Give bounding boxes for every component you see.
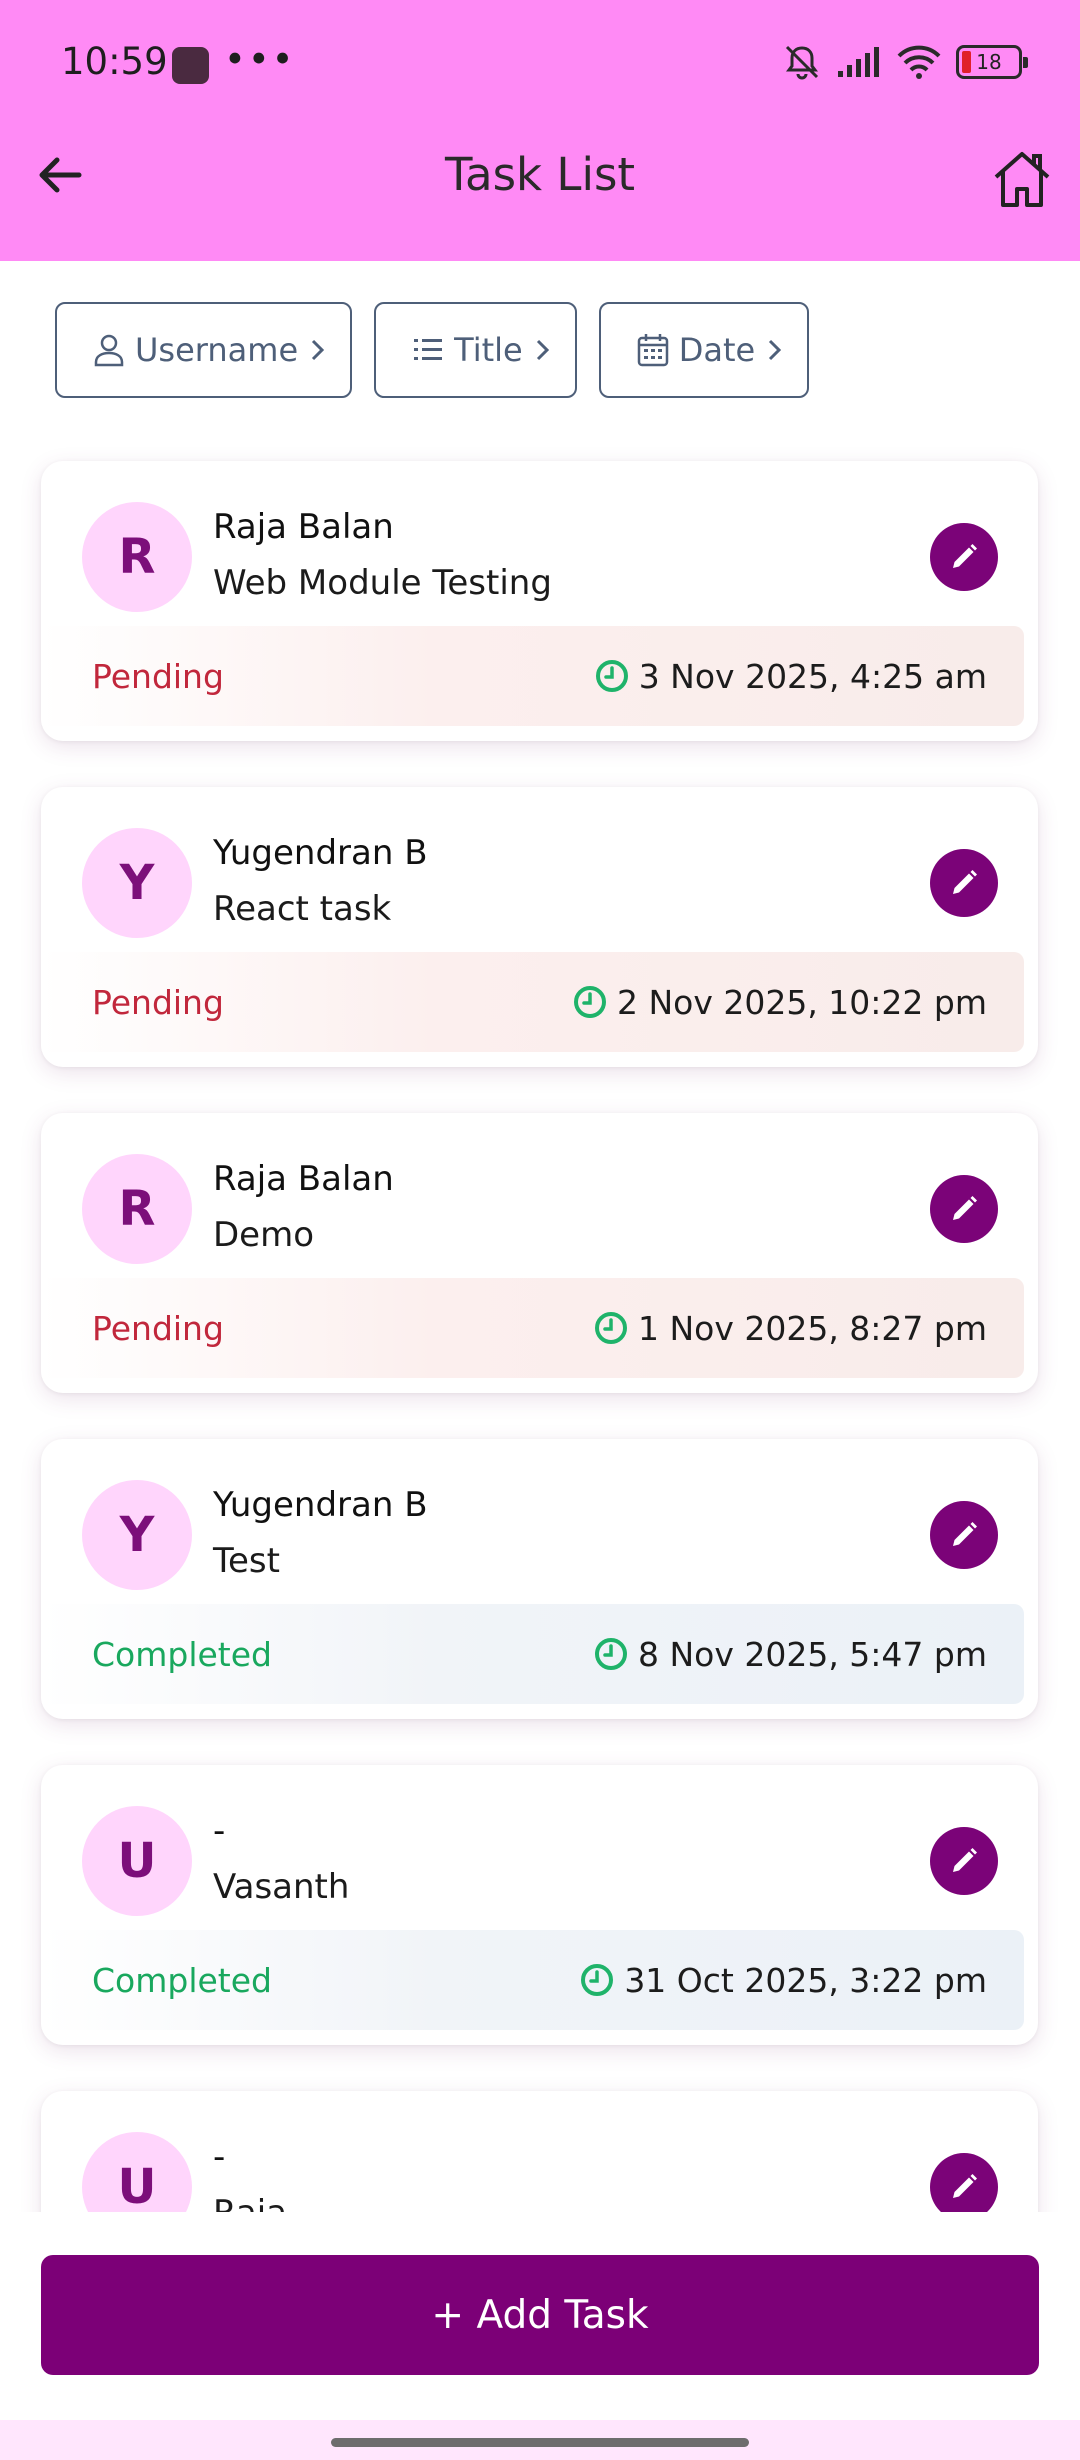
clock-icon — [581, 1964, 614, 1996]
signal-icon — [838, 47, 879, 77]
task-datetime: 2 Nov 2025, 10:22 pm — [573, 983, 987, 1022]
home-button[interactable] — [988, 145, 1056, 213]
calendar-icon — [637, 334, 668, 367]
task-title: Web Module Testing — [213, 563, 552, 603]
status-badge: Completed — [92, 1634, 272, 1674]
chevron-right-icon — [769, 339, 782, 361]
task-datetime-text: 8 Nov 2025, 5:47 pm — [637, 1634, 987, 1674]
task-card[interactable]: U - Vasanth Completed 31 Oct 2025, 3:22 pm — [41, 1765, 1038, 2045]
task-datetime-text: 31 Oct 2025, 3:22 pm — [624, 1960, 987, 2000]
avatar: U — [82, 1806, 192, 1916]
edit-task-button[interactable] — [930, 849, 998, 917]
pencil-icon — [953, 544, 977, 568]
task-title: Test — [213, 1541, 280, 1581]
task-footer: Completed 31 Oct 2025, 3:22 pm — [41, 1930, 1024, 2030]
task-username: - — [213, 2137, 226, 2177]
status-badge: Completed — [92, 1960, 272, 2000]
pencil-icon — [953, 1196, 977, 1220]
task-title: Vasanth — [213, 1867, 350, 1907]
edit-task-button[interactable] — [930, 2153, 998, 2212]
pencil-icon — [953, 1848, 977, 1872]
filter-username[interactable]: Username — [55, 302, 353, 398]
task-username: Yugendran B — [213, 833, 428, 873]
home-gesture-handle[interactable] — [331, 2438, 749, 2447]
filter-username-label: Username — [135, 331, 299, 369]
clock-icon — [594, 1312, 627, 1344]
task-datetime: 1 Nov 2025, 8:27 pm — [594, 1309, 987, 1348]
task-datetime-text: 1 Nov 2025, 8:27 pm — [637, 1308, 987, 1348]
clock-icon — [573, 986, 606, 1018]
filter-bar: Username Title Date — [55, 302, 810, 398]
status-badge: Pending — [92, 656, 224, 696]
edit-task-button[interactable] — [930, 1501, 998, 1569]
task-footer: Pending 2 Nov 2025, 10:22 pm — [41, 952, 1024, 1052]
mute-icon — [785, 45, 819, 80]
task-card[interactable]: R Raja Balan Web Module Testing Pending 3 No… — [41, 461, 1038, 741]
task-card[interactable]: U- Raja — [41, 2091, 1038, 2212]
status-badge: Pending — [92, 982, 224, 1022]
task-username: Raja Balan — [213, 507, 394, 547]
add-task-button[interactable]: + Add Task — [41, 2255, 1039, 2375]
filter-title[interactable]: Title — [374, 302, 577, 398]
task-datetime-text: 3 Nov 2025, 4:25 am — [638, 656, 987, 696]
task-footer: Pending 3 Nov 2025, 4:25 am — [41, 626, 1024, 726]
task-card[interactable]: Y Yugendran B React task Pending 2 Nov 2025,… — [41, 787, 1038, 1067]
more-notifications: ••• — [224, 38, 296, 81]
edit-task-button[interactable] — [930, 523, 998, 591]
wifi-icon — [897, 45, 941, 79]
status-icons: 18 — [782, 42, 1028, 82]
filter-date-label: Date — [678, 331, 756, 369]
clock-icon — [594, 1638, 627, 1670]
avatar: R — [82, 502, 192, 612]
gesture-nav-area — [0, 2420, 1080, 2460]
pencil-icon — [953, 870, 977, 894]
task-datetime: 8 Nov 2025, 5:47 pm — [594, 1635, 987, 1674]
avatar: Y — [82, 828, 192, 938]
task-datetime: 31 Oct 2025, 3:22 pm — [580, 1961, 987, 2000]
chevron-right-icon — [536, 339, 549, 361]
edit-task-button[interactable] — [930, 1827, 998, 1895]
edit-task-button[interactable] — [930, 1175, 998, 1243]
list-icon — [414, 339, 443, 360]
task-title: Raja — [213, 2193, 287, 2212]
task-footer: Pending 1 Nov 2025, 8:27 pm — [41, 1278, 1024, 1378]
task-datetime-text: 2 Nov 2025, 10:22 pm — [616, 982, 987, 1022]
pencil-icon — [953, 1522, 977, 1546]
avatar: U — [82, 2132, 192, 2212]
filter-date[interactable]: Date — [598, 302, 810, 398]
avatar: Y — [82, 1480, 192, 1590]
task-title: React task — [213, 889, 392, 929]
clock-icon — [595, 660, 628, 692]
page-title: Task List — [444, 148, 636, 201]
task-username: - — [213, 1811, 226, 1851]
avatar: R — [82, 1154, 192, 1264]
task-title: Demo — [213, 1215, 315, 1255]
task-username: Yugendran B — [213, 1485, 428, 1525]
task-list[interactable]: R Raja Balan Web Module Testing Pending 3 No… — [0, 440, 1080, 2212]
task-datetime: 3 Nov 2025, 4:25 am — [595, 657, 987, 696]
task-card[interactable]: Y Yugendran B Test Completed 8 Nov 2025, 5:4… — [41, 1439, 1038, 1719]
app-bar: 10:59 ••• 18 Task List — [0, 0, 1080, 261]
chevron-right-icon — [312, 339, 325, 361]
task-card[interactable]: R Raja Balan Demo Pending 1 Nov 2025, 8:27 p… — [41, 1113, 1038, 1393]
task-username: Raja Balan — [213, 1159, 394, 1199]
battery-icon: 18 — [956, 45, 1028, 79]
home-icon — [994, 152, 1050, 207]
filter-title-label: Title — [454, 331, 523, 369]
battery-level: 18 — [976, 50, 1002, 74]
task-footer: Completed 8 Nov 2025, 5:47 pm — [41, 1604, 1024, 1704]
status-time: 10:59 — [61, 40, 168, 83]
user-icon — [94, 334, 124, 367]
app-icon — [172, 47, 209, 84]
status-badge: Pending — [92, 1308, 224, 1348]
pencil-icon — [953, 2174, 977, 2198]
